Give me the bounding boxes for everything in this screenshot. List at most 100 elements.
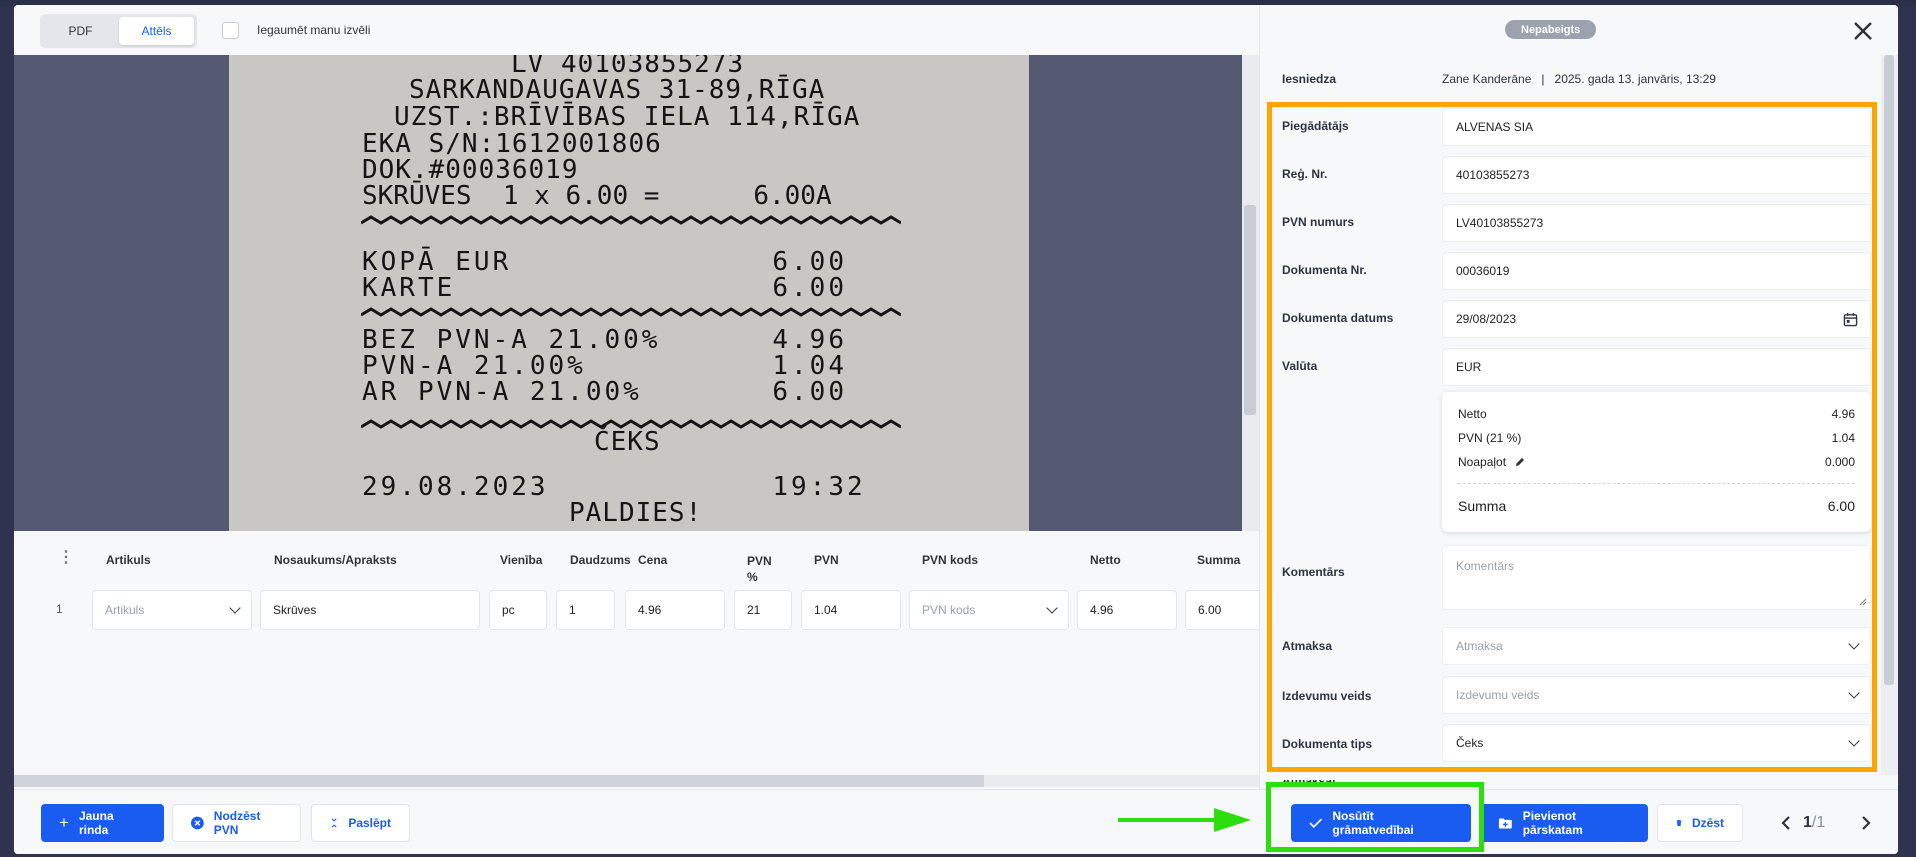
doc-date-field[interactable]: 29/08/2023 [1442,300,1871,338]
comment-placeholder: Komentārs [1456,559,1515,573]
folder-add-icon [1498,817,1512,829]
remove-vat-label: Nodzēst PVN [213,809,261,837]
vat-sum-label: PVN (21 %) [1458,431,1522,445]
new-row-label: Jauna rinda [78,809,114,837]
vat-number-label: PVN numurs [1282,215,1355,229]
chevron-down-icon [1848,687,1860,699]
rounding-value: 0.000 [1824,455,1855,469]
vat-code-select[interactable]: PVN kods [909,590,1069,630]
new-row-button[interactable]: + Jauna rinda [41,804,164,842]
net-value: 4.96 [1831,407,1855,421]
page-current: 1 [1803,814,1812,831]
doc-number-label: Dokumenta Nr. [1282,263,1367,277]
price-input[interactable]: 4.96 [625,590,725,630]
col-sum: Summa [1197,553,1241,567]
supplier-label: Piegādātājs [1282,119,1349,133]
next-page-icon[interactable] [1860,815,1872,831]
name-input[interactable]: Skrūves [260,590,480,630]
details-pane: Nepabeigts Iesniedza Zane Kanderāne | 20… [1259,5,1898,789]
reg-no-label: Reģ. Nr. [1282,167,1328,181]
table-horizontal-scrollbar[interactable] [14,775,1259,787]
resize-handle-icon[interactable] [1858,597,1867,606]
vat-sum-value: 1.04 [1831,431,1855,445]
send-to-accounting-label: Nosūtīt grāmatvedībai [1332,809,1414,837]
receipt-line: PALDIES! [569,498,703,528]
quantity-input[interactable]: 1 [556,590,615,630]
vat-input[interactable]: 1.04 [801,590,901,630]
hide-button[interactable]: Paslēpt [311,804,410,842]
close-icon[interactable] [1851,19,1875,43]
receipt-line: SKRŪVES 1 x 6.00 = 6.00A [362,181,832,211]
supplier-field[interactable]: ALVENAS SIA [1442,108,1871,146]
pdf-tab[interactable]: PDF [43,17,118,45]
calendar-icon[interactable] [1843,312,1858,327]
details-scrollbar[interactable] [1881,55,1898,775]
doc-number-field[interactable]: 00036019 [1442,252,1871,290]
items-table-header: ⋮ Artikuls Nosaukums/Apraksts Vienība Da… [14,533,1259,584]
net-input[interactable]: 4.96 [1077,590,1177,630]
remember-choice-checkbox[interactable] [222,22,239,39]
table-row: 1 Artikuls Skrūves pc 1 4.96 21 1.04 PVN… [14,590,1259,632]
status-badge: Nepabeigts [1505,20,1597,39]
view-toggle: PDF Attēls [40,14,197,48]
payment-select[interactable]: Atmaksa [1442,627,1871,665]
col-price: Cena [638,553,668,567]
details-scroll-thumb[interactable] [1884,55,1894,685]
totals-summary: Netto 4.96 PVN (21 %) 1.04 Noapaļot 0.000 S… [1442,392,1871,532]
payment-label: Atmaksa [1282,639,1333,653]
total-value: 6.00 [1827,498,1855,514]
hide-label: Paslēpt [348,816,391,830]
image-tab[interactable]: Attēls [119,17,194,45]
document-pane: PDF Attēls Iegaumēt manu izvēli LV 40103… [14,5,1259,854]
payment-placeholder: Atmaksa [1456,639,1503,653]
comment-label: Komentārs [1282,565,1345,579]
col-vat: PVN [814,553,839,567]
receipt-separator [361,215,901,225]
col-unit: Vienība [500,553,543,567]
col-article: Artikuls [106,553,151,567]
check-icon [1309,818,1323,828]
reg-no-field[interactable]: 40103855273 [1442,156,1871,194]
comment-textarea[interactable]: Komentārs [1442,545,1871,610]
remove-vat-button[interactable]: Nodzēst PVN [172,804,301,842]
table-scroll-thumb[interactable] [14,775,984,787]
prev-page-icon[interactable] [1780,815,1792,831]
doc-type-select[interactable]: Čeks [1442,724,1871,762]
receipt-separator [361,307,901,317]
unit-input[interactable]: pc [489,590,547,630]
delete-button[interactable]: Dzēst [1657,804,1743,842]
collapse-icon [331,818,337,828]
net-label: Netto [1458,407,1487,421]
page-indicator: 1/1 [1803,814,1825,832]
receipt-line: AR PVN-A 21.00% 6.00 [362,377,847,407]
viewer-scroll-thumb[interactable] [1244,205,1256,415]
chevron-down-icon [1046,602,1058,614]
image-viewer[interactable]: LV 40103855273 SARKANDAUGAVAS 31-89,RĪGA… [14,55,1242,531]
vat-number-field[interactable]: LV40103855273 [1442,204,1871,242]
add-to-report-label: Pievienot pārskatam [1522,809,1583,837]
send-to-accounting-button[interactable]: Nosūtīt grāmatvedībai [1291,804,1471,842]
receipt-image: LV 40103855273 SARKANDAUGAVAS 31-89,RĪGA… [229,55,1029,531]
receipt-line: ČEKS [594,427,661,457]
row-index: 1 [56,602,63,616]
article-select[interactable]: Artikuls [92,590,252,630]
vat-percent-input[interactable]: 21 [734,590,792,630]
refund-label-cutoff: Atmaksāt [1282,780,1337,788]
expense-type-select[interactable]: Izdevumu veids [1442,676,1871,714]
edit-pencil-icon[interactable] [1514,456,1526,468]
plus-icon: + [59,813,69,832]
currency-field[interactable]: EUR [1442,348,1871,386]
col-net: Netto [1090,553,1121,567]
delete-label: Dzēst [1691,816,1724,830]
chevron-down-icon [1848,735,1860,747]
col-vat-code: PVN kods [922,553,979,567]
receipt-line: KARTE 6.00 [362,273,847,303]
col-name: Nosaukums/Apraksts [274,553,397,567]
add-to-report-button[interactable]: Pievienot pārskatam [1480,804,1648,842]
chevron-down-icon [229,602,241,614]
viewer-scrollbar[interactable] [1242,55,1259,531]
receipt-line: SARKANDAUGAVAS 31-89,RĪGA [409,75,826,105]
row-menu-icon[interactable]: ⋮ [58,547,74,567]
sum-input[interactable]: 6.00 [1185,590,1259,630]
document-modal: PDF Attēls Iegaumēt manu izvēli LV 40103… [14,5,1898,854]
